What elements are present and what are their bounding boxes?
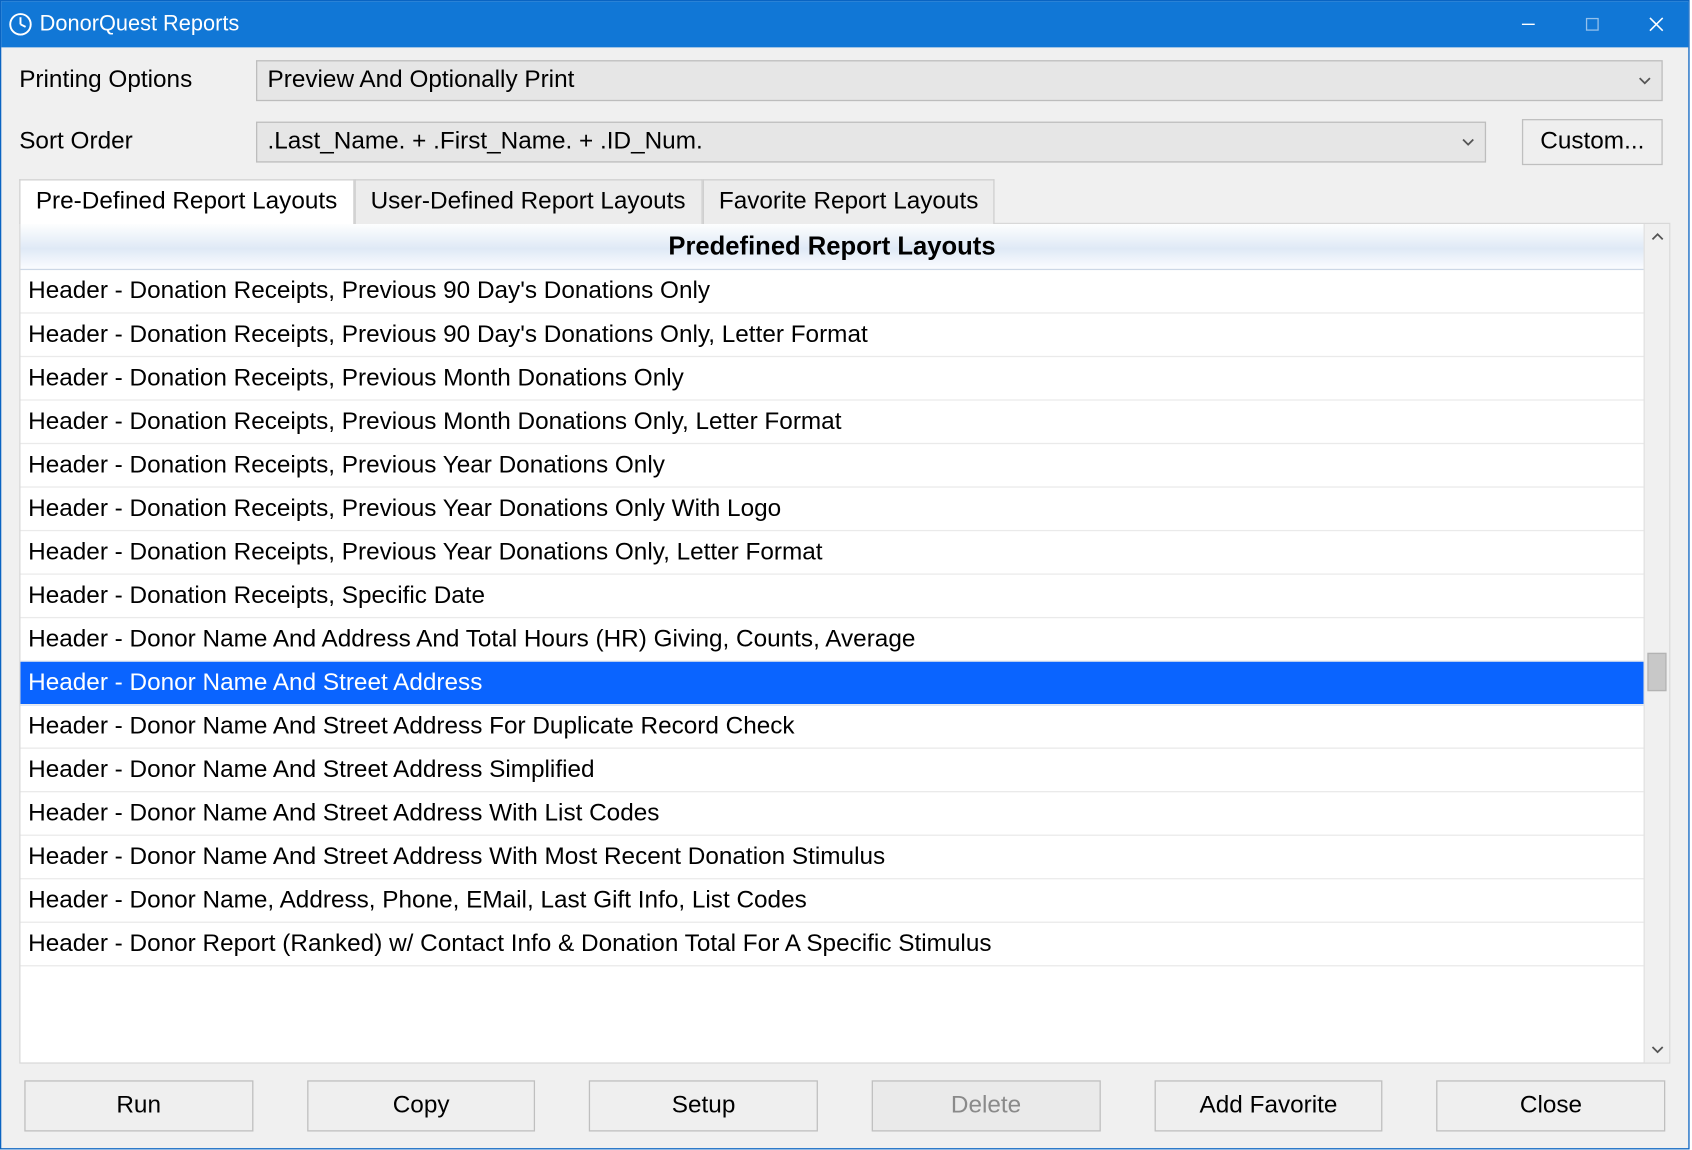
maximize-button[interactable]	[1560, 1, 1624, 47]
tab-favorite[interactable]: Favorite Report Layouts	[702, 179, 995, 224]
report-row[interactable]: Header - Donor Name, Address, Phone, EMa…	[20, 879, 1643, 923]
run-button[interactable]: Run	[24, 1080, 253, 1131]
report-row[interactable]: Header - Donation Receipts, Specific Dat…	[20, 575, 1643, 619]
close-button[interactable]	[1624, 1, 1688, 47]
report-row[interactable]: Header - Donation Receipts, Previous Yea…	[20, 444, 1643, 488]
list-header: Predefined Report Layouts	[20, 224, 1643, 270]
form-area: Printing Options Preview And Optionally …	[1, 47, 1688, 178]
report-row[interactable]: Header - Donation Receipts, Previous Yea…	[20, 488, 1643, 532]
report-row[interactable]: Header - Donation Receipts, Previous Yea…	[20, 531, 1643, 575]
setup-button[interactable]: Setup	[589, 1080, 818, 1131]
report-row[interactable]: Header - Donation Receipts, Previous Mon…	[20, 401, 1643, 445]
window: DonorQuest Reports Printing Options Prev…	[0, 0, 1690, 1149]
custom-button[interactable]: Custom...	[1522, 119, 1663, 165]
sort-order-value: .Last_Name. + .First_Name. + .ID_Num.	[268, 128, 703, 156]
scroll-down-arrow-icon[interactable]	[1645, 1037, 1669, 1063]
report-row[interactable]: Header - Donor Name And Street Address W…	[20, 792, 1643, 836]
window-title: DonorQuest Reports	[40, 12, 240, 38]
scroll-track[interactable]	[1645, 250, 1669, 1037]
report-row[interactable]: Header - Donation Receipts, Previous Mon…	[20, 357, 1643, 401]
tab-userdefined[interactable]: User-Defined Report Layouts	[354, 179, 702, 224]
add-favorite-button[interactable]: Add Favorite	[1154, 1080, 1383, 1131]
printing-options-select[interactable]: Preview And Optionally Print	[256, 60, 1663, 101]
report-row[interactable]: Header - Donor Name And Address And Tota…	[20, 618, 1643, 662]
chevron-down-icon	[1462, 128, 1475, 156]
scroll-up-arrow-icon[interactable]	[1645, 224, 1669, 250]
report-list-container: Predefined Report Layouts Header - Donat…	[19, 223, 1670, 1064]
close-dialog-button[interactable]: Close	[1437, 1080, 1666, 1131]
printing-options-label: Printing Options	[19, 67, 256, 95]
report-row[interactable]: Header - Donor Report (Ranked) w/ Contac…	[20, 923, 1643, 967]
tab-strip: Pre-Defined Report Layouts User-Defined …	[19, 178, 1670, 223]
button-bar: Run Copy Setup Delete Add Favorite Close	[1, 1064, 1688, 1148]
report-row[interactable]: Header - Donor Name And Street Address W…	[20, 836, 1643, 880]
copy-button[interactable]: Copy	[307, 1080, 536, 1131]
report-rows: Header - Donation Receipts, Previous 90 …	[20, 270, 1643, 1062]
report-row[interactable]: Header - Donor Name And Street Address S…	[20, 749, 1643, 793]
vertical-scrollbar[interactable]	[1644, 224, 1670, 1062]
report-row[interactable]: Header - Donor Name And Street Address F…	[20, 705, 1643, 749]
minimize-button[interactable]	[1496, 1, 1560, 47]
tabs-area: Pre-Defined Report Layouts User-Defined …	[1, 178, 1688, 1064]
scroll-thumb[interactable]	[1647, 653, 1666, 691]
report-row[interactable]: Header - Donor Name And Street Address	[20, 662, 1643, 706]
printing-options-value: Preview And Optionally Print	[268, 67, 575, 95]
sort-order-select[interactable]: .Last_Name. + .First_Name. + .ID_Num.	[256, 122, 1486, 163]
report-row[interactable]: Header - Donation Receipts, Previous 90 …	[20, 314, 1643, 358]
sort-order-label: Sort Order	[19, 128, 256, 156]
chevron-down-icon	[1638, 67, 1651, 95]
tab-predefined[interactable]: Pre-Defined Report Layouts	[19, 179, 354, 224]
titlebar: DonorQuest Reports	[1, 1, 1688, 47]
report-row[interactable]: Header - Donation Receipts, Previous 90 …	[20, 270, 1643, 314]
delete-button[interactable]: Delete	[872, 1080, 1101, 1131]
app-icon	[9, 13, 32, 36]
